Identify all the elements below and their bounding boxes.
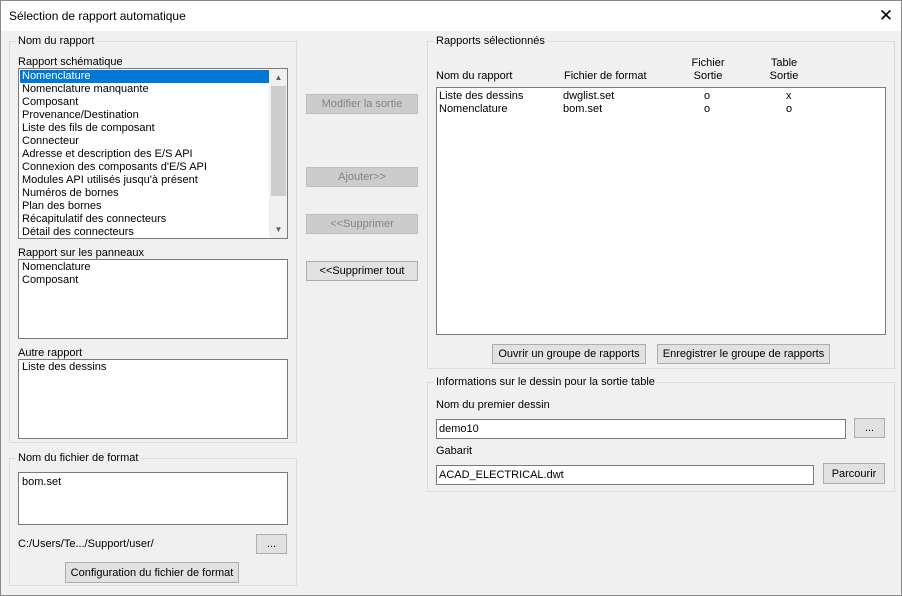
schematic-report-label: Rapport schématique [18,56,123,68]
format-config-button[interactable]: Configuration du fichier de format [65,562,239,583]
selected-reports-group-title: Rapports sélectionnés [434,35,547,47]
list-item[interactable]: Composant [22,274,78,287]
list-item[interactable]: Nomenclature manquante [22,83,149,96]
list-item[interactable]: Nomenclature [22,261,90,274]
list-item[interactable]: Modules API utilisés jusqu'à présent [22,174,198,187]
col-header-table-output-line2: Sortie [769,70,799,82]
row-format: dwglist.set [563,90,615,102]
open-report-group-button[interactable]: Ouvrir un groupe de rapports [492,344,646,364]
template-label: Gabarit [436,445,473,457]
scroll-thumb[interactable] [271,86,286,196]
add-button[interactable]: Ajouter>> [306,167,418,187]
list-item[interactable]: Adresse et description des E/S API [22,148,193,161]
table-row[interactable]: Nomenclature bom.set o o [437,103,885,116]
remove-all-button[interactable]: <<Supprimer tout [306,261,418,281]
scroll-up-icon[interactable]: ▲ [270,69,287,86]
first-drawing-label: Nom du premier dessin [436,399,550,411]
row-format: bom.set [563,103,603,115]
list-item[interactable]: Nomenclature [20,70,269,83]
window-title: Sélection de rapport automatique [9,9,186,23]
list-item[interactable]: Liste des fils de composant [22,122,155,135]
row-table-output: x [786,90,792,102]
list-item[interactable]: Connexion des composants d'E/S API [22,161,207,174]
row-name: Nomenclature [439,103,508,115]
format-browse-button[interactable]: ... [256,534,287,554]
schematic-report-list[interactable]: Nomenclature Nomenclature manquante Compos… [18,68,288,239]
col-header-format: Fichier de format [564,70,647,82]
template-browse-button[interactable]: Parcourir [823,463,885,484]
scroll-down-icon[interactable]: ▼ [270,221,287,238]
col-header-name: Nom du rapport [436,70,513,82]
col-header-file-output-line2: Sortie [693,70,723,82]
panel-report-list[interactable]: Nomenclature Composant [18,259,288,339]
schematic-scrollbar[interactable]: ▲ ▼ [269,69,287,238]
close-icon[interactable]: ✕ [872,2,900,30]
format-file-group-title: Nom du fichier de format [16,452,141,464]
remove-button[interactable]: <<Supprimer [306,214,418,234]
list-item[interactable]: Détail des connecteurs [22,226,134,238]
template-input[interactable]: ACAD_ELECTRICAL.dwt [436,465,814,485]
row-file-output: o [704,90,711,102]
list-item[interactable]: Liste des dessins [22,361,106,374]
list-item[interactable]: Provenance/Destination [22,109,139,122]
list-item[interactable]: Numéros de bornes [22,187,119,200]
other-report-label: Autre rapport [18,347,83,359]
panel-report-label: Rapport sur les panneaux [18,247,144,259]
list-item[interactable]: Connecteur [22,135,79,148]
save-report-group-button[interactable]: Enregistrer le groupe de rapports [657,344,830,364]
col-header-table-output: Table Sortie [764,57,804,83]
row-table-output: o [786,103,793,115]
col-header-table-output-line1: Table [770,57,798,69]
drawing-info-group-title: Informations sur le dessin pour la sorti… [434,376,657,388]
report-name-group-title: Nom du rapport [16,35,97,47]
table-row[interactable]: Liste des dessins dwglist.set o x [437,90,885,103]
format-file-item[interactable]: bom.set [22,476,61,489]
col-header-file-output-line1: Fichier [691,57,725,69]
list-item[interactable]: Récapitulatif des connecteurs [22,213,166,226]
selected-reports-list[interactable]: Liste des dessins dwglist.set o x Nomenc… [436,87,886,335]
list-item[interactable]: Plan des bornes [22,200,102,213]
row-name: Liste des dessins [439,90,524,102]
format-file-path: C:/Users/Te.../Support/user/ [18,538,154,550]
first-drawing-browse-button[interactable]: ... [854,418,885,438]
other-report-list[interactable]: Liste des dessins [18,359,288,439]
row-file-output: o [704,103,711,115]
list-item[interactable]: Composant [22,96,78,109]
format-file-list[interactable]: bom.set [18,472,288,525]
col-header-file-output: Fichier Sortie [688,57,728,83]
first-drawing-input[interactable]: demo10 [436,419,846,439]
modify-output-button[interactable]: Modifier la sortie [306,94,418,114]
